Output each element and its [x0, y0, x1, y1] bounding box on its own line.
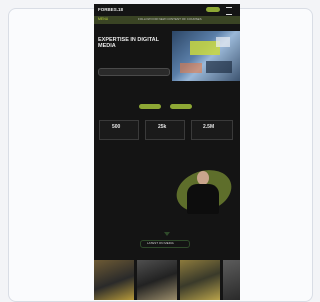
stat-card: 2.5M	[191, 120, 233, 140]
stat-card: 25k	[145, 120, 185, 140]
article-thumb-4[interactable]	[223, 260, 240, 300]
article-thumb-3[interactable]	[180, 260, 220, 300]
latest-button[interactable]: LATEST ON MEDIA	[140, 240, 190, 248]
stat-value: 500	[112, 124, 121, 130]
hero-button[interactable]	[98, 68, 170, 76]
stats-button-1[interactable]	[139, 104, 161, 109]
stats-button-2[interactable]	[170, 104, 192, 109]
article-thumb-1[interactable]	[94, 260, 134, 300]
hamburger-icon[interactable]	[226, 7, 232, 15]
stat-value: 2.5M	[203, 124, 215, 130]
speaker-body	[187, 184, 219, 214]
stat-card: 500	[99, 120, 139, 140]
hero-title: EXPERTISE IN DIGITAL MEDIA	[98, 37, 159, 50]
mobile-page-preview: FORBES.18 MENU FOLLOW FOR NEW CONTENT OF…	[94, 4, 240, 300]
article-thumb-2[interactable]	[137, 260, 177, 300]
speaker-photo	[170, 163, 237, 219]
latest-button-label: LATEST ON MEDIA	[147, 241, 174, 245]
hero-image	[172, 31, 240, 81]
stat-value: 25k	[158, 124, 167, 130]
site-logo[interactable]: FORBES.18	[98, 7, 123, 13]
latest-arrow-icon	[164, 232, 170, 236]
speaker-head	[197, 171, 209, 185]
header-cta-button[interactable]	[206, 7, 220, 12]
nav-bar-text[interactable]: FOLLOW FOR NEW CONTENT OF COURSES	[138, 18, 202, 21]
nav-menu-item[interactable]: MENU	[98, 17, 108, 22]
